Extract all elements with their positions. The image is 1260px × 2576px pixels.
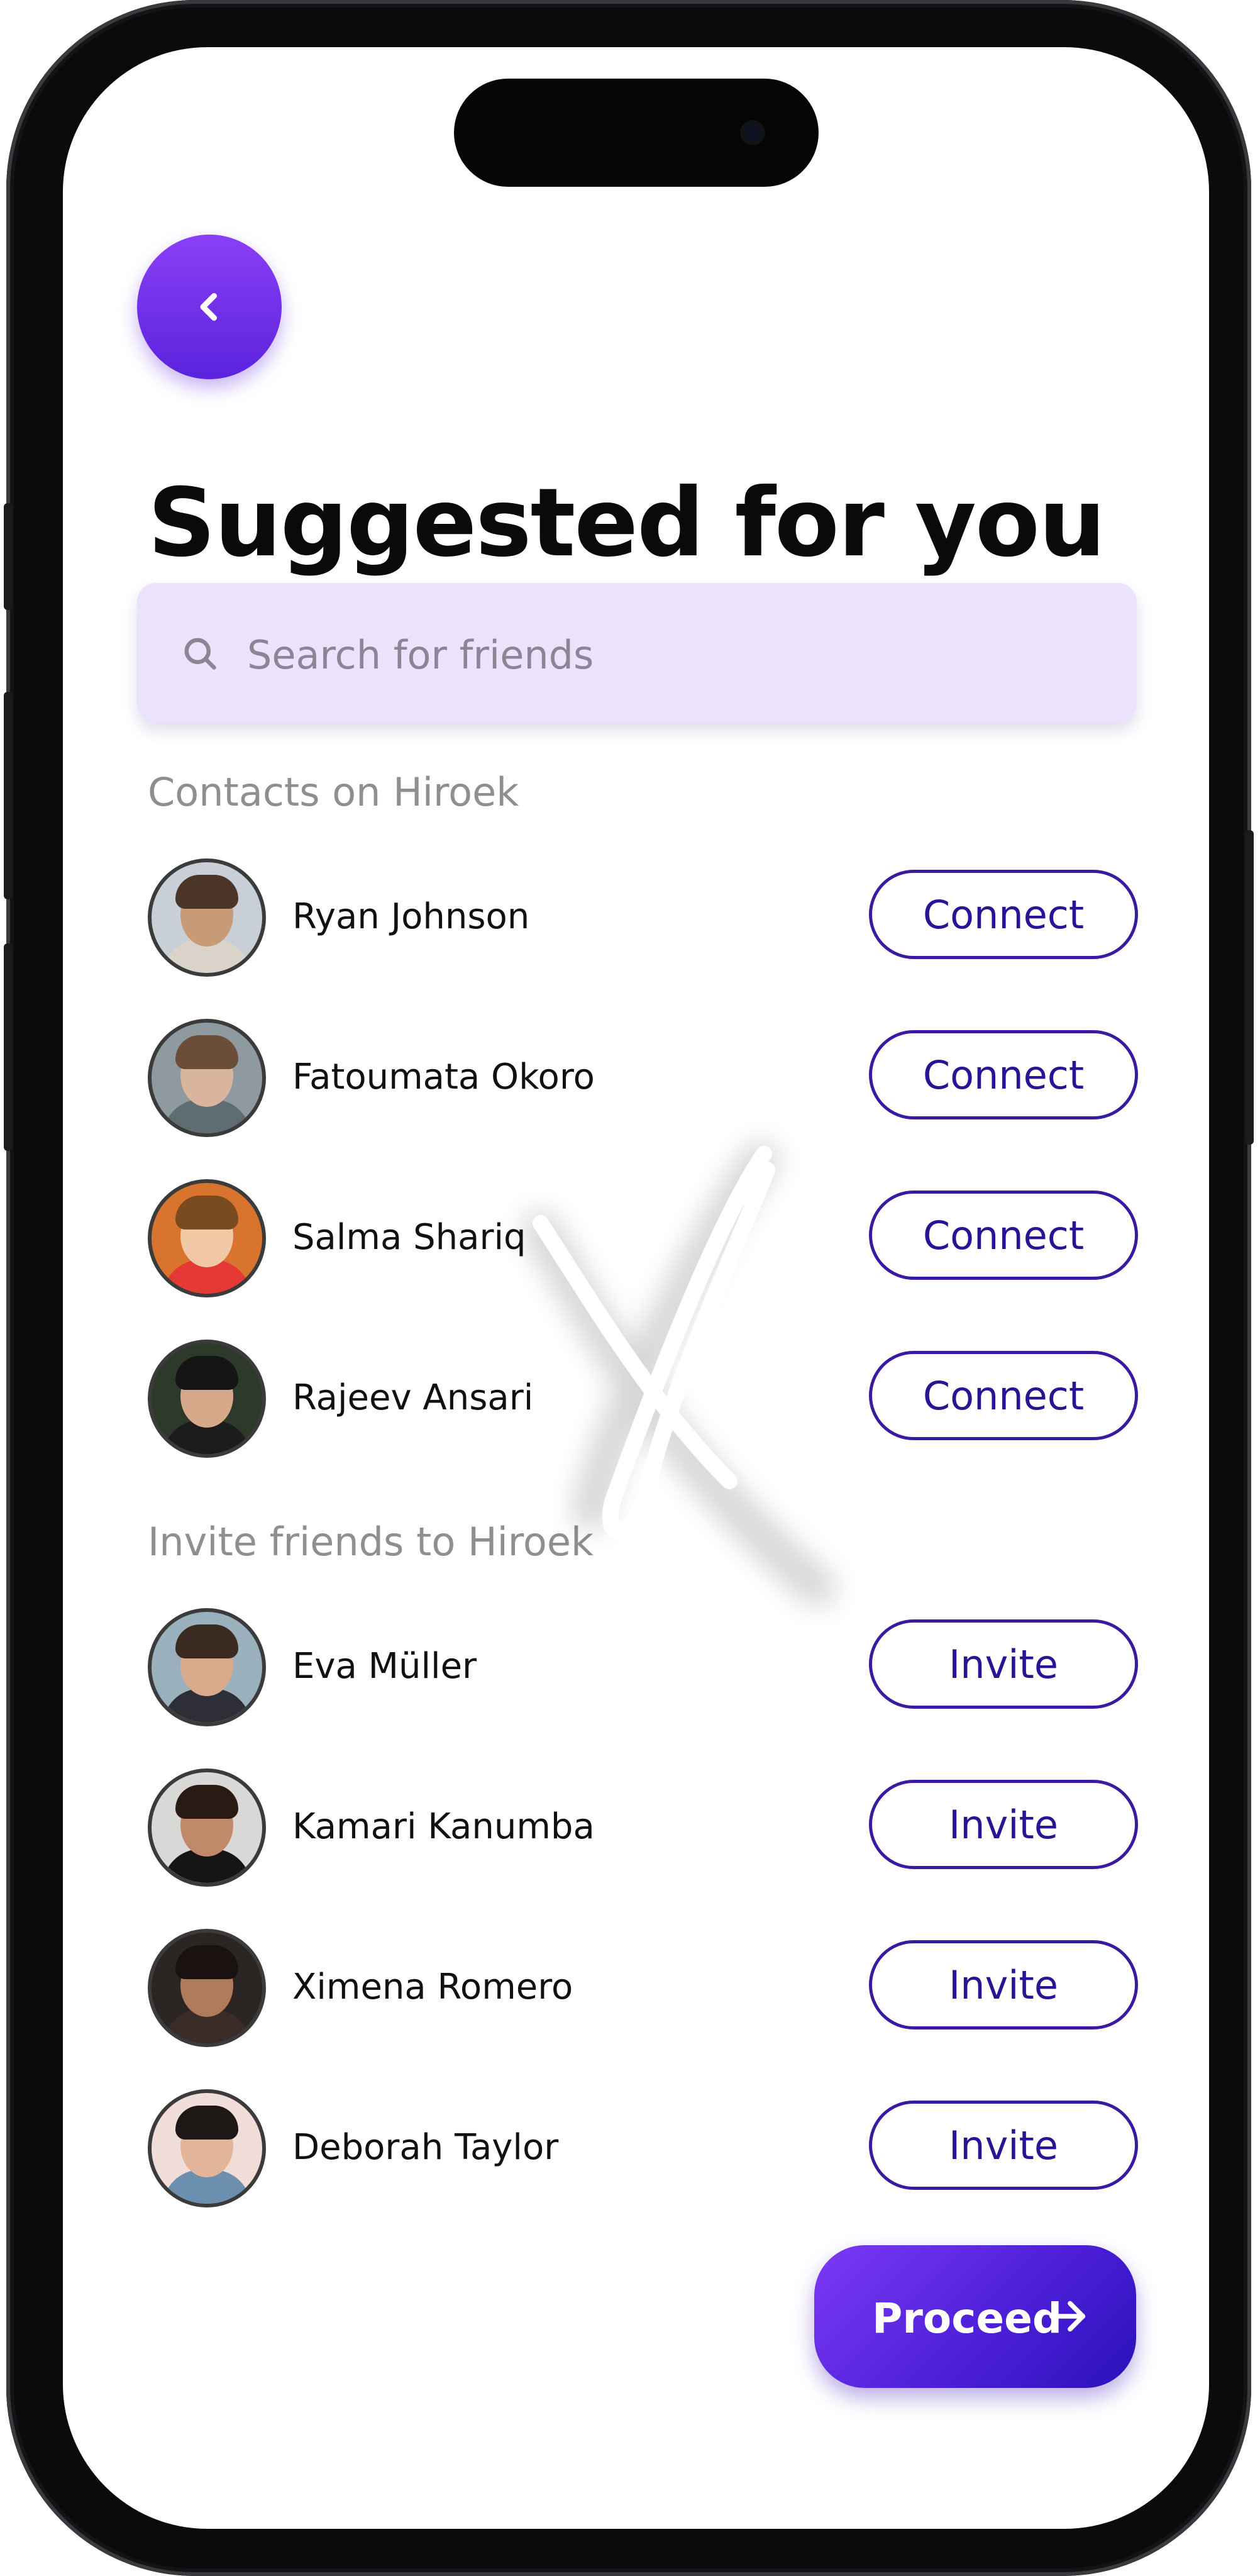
contact-row: Ryan Johnson Connect xyxy=(148,858,1138,978)
power-button xyxy=(1245,830,1254,1145)
proceed-label: Proceed xyxy=(872,2294,1063,2343)
connect-button[interactable]: Connect xyxy=(869,1351,1138,1440)
invite-button[interactable]: Invite xyxy=(869,2101,1138,2190)
action-button xyxy=(4,503,13,610)
contact-name: Salma Shariq xyxy=(292,1217,526,1258)
invite-name: Ximena Romero xyxy=(292,1967,573,2007)
connect-button[interactable]: Connect xyxy=(869,1030,1138,1119)
avatar xyxy=(148,1768,266,1887)
app-screen: Suggested for you Search for friends Con… xyxy=(63,47,1209,2529)
invite-name: Deborah Taylor xyxy=(292,2127,559,2168)
invite-row: Kamari Kanumba Invite xyxy=(148,1768,1138,1888)
dynamic-island xyxy=(454,79,819,187)
invite-name: Eva Müller xyxy=(292,1646,477,1687)
connect-button[interactable]: Connect xyxy=(869,870,1138,959)
volume-down-button xyxy=(4,943,13,1151)
invite-row: Deborah Taylor Invite xyxy=(148,2089,1138,2209)
contact-name: Rajeev Ansari xyxy=(292,1377,534,1418)
avatar xyxy=(148,2089,266,2207)
contact-row: Fatoumata Okoro Connect xyxy=(148,1019,1138,1138)
avatar xyxy=(148,1929,266,2047)
avatar xyxy=(148,1608,266,1726)
invite-row: Eva Müller Invite xyxy=(148,1608,1138,1728)
search-input[interactable]: Search for friends xyxy=(137,583,1137,723)
volume-up-button xyxy=(4,692,13,899)
page-title: Suggested for you xyxy=(148,469,1106,578)
invite-button[interactable]: Invite xyxy=(869,1619,1138,1709)
search-icon xyxy=(184,638,216,670)
proceed-button[interactable]: Proceed xyxy=(814,2245,1136,2388)
search-placeholder: Search for friends xyxy=(247,632,594,678)
contact-row: Salma Shariq Connect xyxy=(148,1179,1138,1299)
invite-name: Kamari Kanumba xyxy=(292,1806,595,1847)
avatar xyxy=(148,1179,266,1297)
device-frame: Suggested for you Search for friends Con… xyxy=(4,0,1254,2576)
contact-name: Fatoumata Okoro xyxy=(292,1057,595,1097)
back-button[interactable] xyxy=(137,235,282,379)
invite-section-label: Invite friends to Hiroek xyxy=(148,1519,594,1565)
contacts-section-label: Contacts on Hiroek xyxy=(148,769,519,815)
front-camera xyxy=(740,120,765,145)
invite-button[interactable]: Invite xyxy=(869,1780,1138,1869)
contact-row: Rajeev Ansari Connect xyxy=(148,1340,1138,1459)
avatar xyxy=(148,1340,266,1458)
arrow-right-icon xyxy=(1049,2301,1086,2332)
avatar xyxy=(148,1019,266,1137)
connect-button[interactable]: Connect xyxy=(869,1191,1138,1280)
avatar xyxy=(148,858,266,977)
invite-row: Ximena Romero Invite xyxy=(148,1929,1138,2048)
invite-button[interactable]: Invite xyxy=(869,1940,1138,2029)
chevron-left-icon xyxy=(200,293,217,321)
contact-name: Ryan Johnson xyxy=(292,896,530,937)
